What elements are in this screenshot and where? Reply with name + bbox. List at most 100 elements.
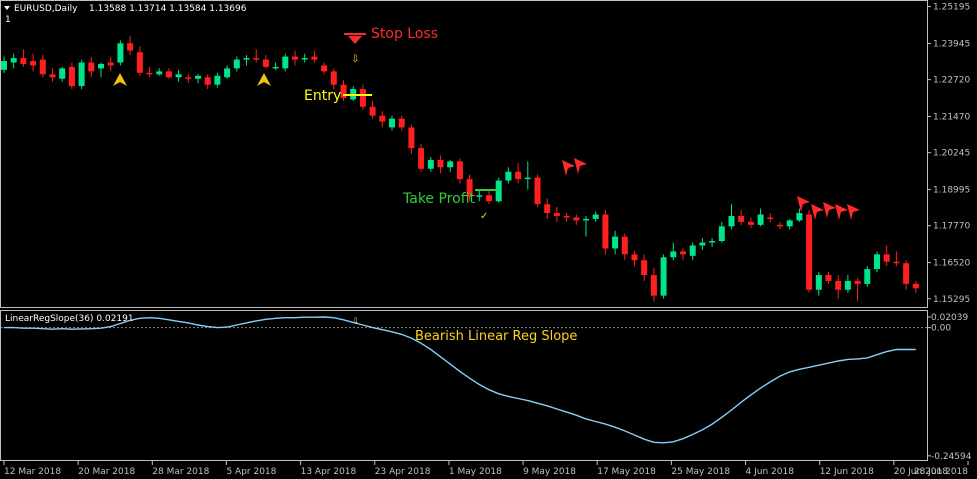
candle-body [689, 245, 696, 256]
candle-body [680, 251, 686, 255]
price-tick-label: 1.25195 [933, 3, 970, 13]
candle-body [903, 263, 910, 284]
candle-body [437, 159, 444, 168]
candle-body [321, 65, 328, 72]
candle-body [854, 280, 861, 284]
candle-body [107, 62, 114, 66]
candle-body [573, 217, 580, 221]
candle-body [233, 59, 240, 69]
candle-body [835, 280, 842, 290]
candle-body [534, 177, 541, 205]
candle-body [146, 72, 153, 75]
candle-body [747, 221, 754, 225]
price-axis: 1.25195 1.23945 1.22720 1.21470 1.20245 1.189… [927, 3, 970, 305]
candle-body [30, 61, 37, 66]
candle-body [544, 204, 551, 214]
candle-body [272, 66, 279, 69]
candle-body [185, 77, 192, 79]
time-tick-label: 25 May 2018 [671, 467, 730, 477]
candle-body [136, 52, 143, 73]
candle-body [156, 71, 163, 75]
take-profit-label: Take Profit [402, 191, 476, 207]
candle-body [127, 43, 134, 51]
candle-body [796, 213, 803, 221]
indicator-axis: 0.020390.00 -0.24594 [927, 313, 972, 462]
candle-body [767, 217, 774, 219]
candle-body [777, 224, 783, 227]
time-tick-label: 28 Mar 2018 [152, 467, 209, 477]
price-tick-label: 1.21470 [933, 113, 970, 123]
checkmark-icon: ✓ [480, 211, 488, 222]
candle-body [204, 77, 211, 85]
candle-body [631, 254, 638, 261]
time-tick-label: 1 May 2018 [449, 467, 502, 477]
candle-body [418, 148, 425, 169]
entry-label: Entry [304, 88, 341, 104]
candle-body [583, 218, 589, 221]
candle-body [379, 115, 386, 122]
candle-body [88, 62, 95, 72]
candle-body [165, 71, 172, 78]
indicator-tick-label: -0.24594 [931, 452, 972, 462]
candle-body [447, 161, 454, 168]
time-tick-label: 9 May 2018 [523, 467, 576, 477]
candle-body [98, 63, 104, 69]
time-tick-label: 5 Apr 2018 [226, 467, 276, 477]
price-tick-label: 1.23945 [933, 39, 970, 49]
candle-body [456, 161, 463, 180]
candle-body [68, 66, 75, 87]
stop-loss-label: Stop Loss [371, 26, 438, 42]
price-tick-label: 1.17770 [933, 222, 970, 232]
candle-body [389, 118, 395, 128]
time-tick-label: 12 Jun 2018 [820, 467, 874, 477]
candle-body [486, 195, 492, 202]
price-tick-label: 1.22720 [933, 76, 970, 86]
time-tick-label: 4 Jun 2018 [746, 467, 795, 477]
candle-body [408, 127, 415, 149]
candle-body [912, 283, 919, 289]
candle-body [757, 214, 764, 225]
time-tick-label: 23 Apr 2018 [375, 467, 431, 477]
candle-body [592, 214, 599, 219]
indicator-tick-label: 0.02039 [931, 313, 968, 323]
candle-body [641, 260, 648, 276]
candle-body [330, 71, 337, 85]
candle-body [369, 106, 376, 116]
candle-body [806, 214, 813, 290]
candle-body [728, 215, 735, 227]
price-tick-label: 1.15295 [933, 295, 970, 305]
candle-body [476, 195, 483, 197]
candle-body [359, 89, 366, 107]
candle-body [505, 171, 512, 181]
candle-body [78, 62, 85, 87]
candle-body [670, 251, 677, 258]
candle-body [650, 275, 657, 296]
candle-body [117, 43, 124, 63]
candle-body [815, 275, 822, 290]
price-tick-label: 1.18995 [933, 186, 970, 196]
candle-body [524, 177, 531, 180]
time-tick-label: 17 May 2018 [597, 467, 656, 477]
indicator-tick-label: 0.00 [931, 324, 951, 334]
candle-body [563, 215, 570, 218]
candle-body [864, 269, 871, 284]
candle-body [253, 58, 260, 60]
candle-body [311, 56, 318, 60]
candle-body [195, 75, 201, 79]
candle-body [49, 74, 56, 78]
symbol-label: EURUSD,Daily [14, 4, 78, 14]
candle-body [1, 61, 7, 70]
candle-body [699, 242, 706, 246]
candle-body [214, 75, 221, 85]
candle-body [224, 68, 231, 78]
candle-body [553, 213, 560, 216]
candle-body [883, 254, 890, 262]
candle-body [10, 58, 17, 63]
candle-body [621, 236, 628, 255]
signal-down-arrow-icon: ⇩ [351, 54, 359, 65]
candle-body [282, 56, 289, 69]
time-tick-label: 28 Jun 2018 [914, 467, 968, 477]
candle-body [427, 159, 434, 169]
candle-body [59, 68, 66, 79]
candle-body [786, 220, 793, 227]
